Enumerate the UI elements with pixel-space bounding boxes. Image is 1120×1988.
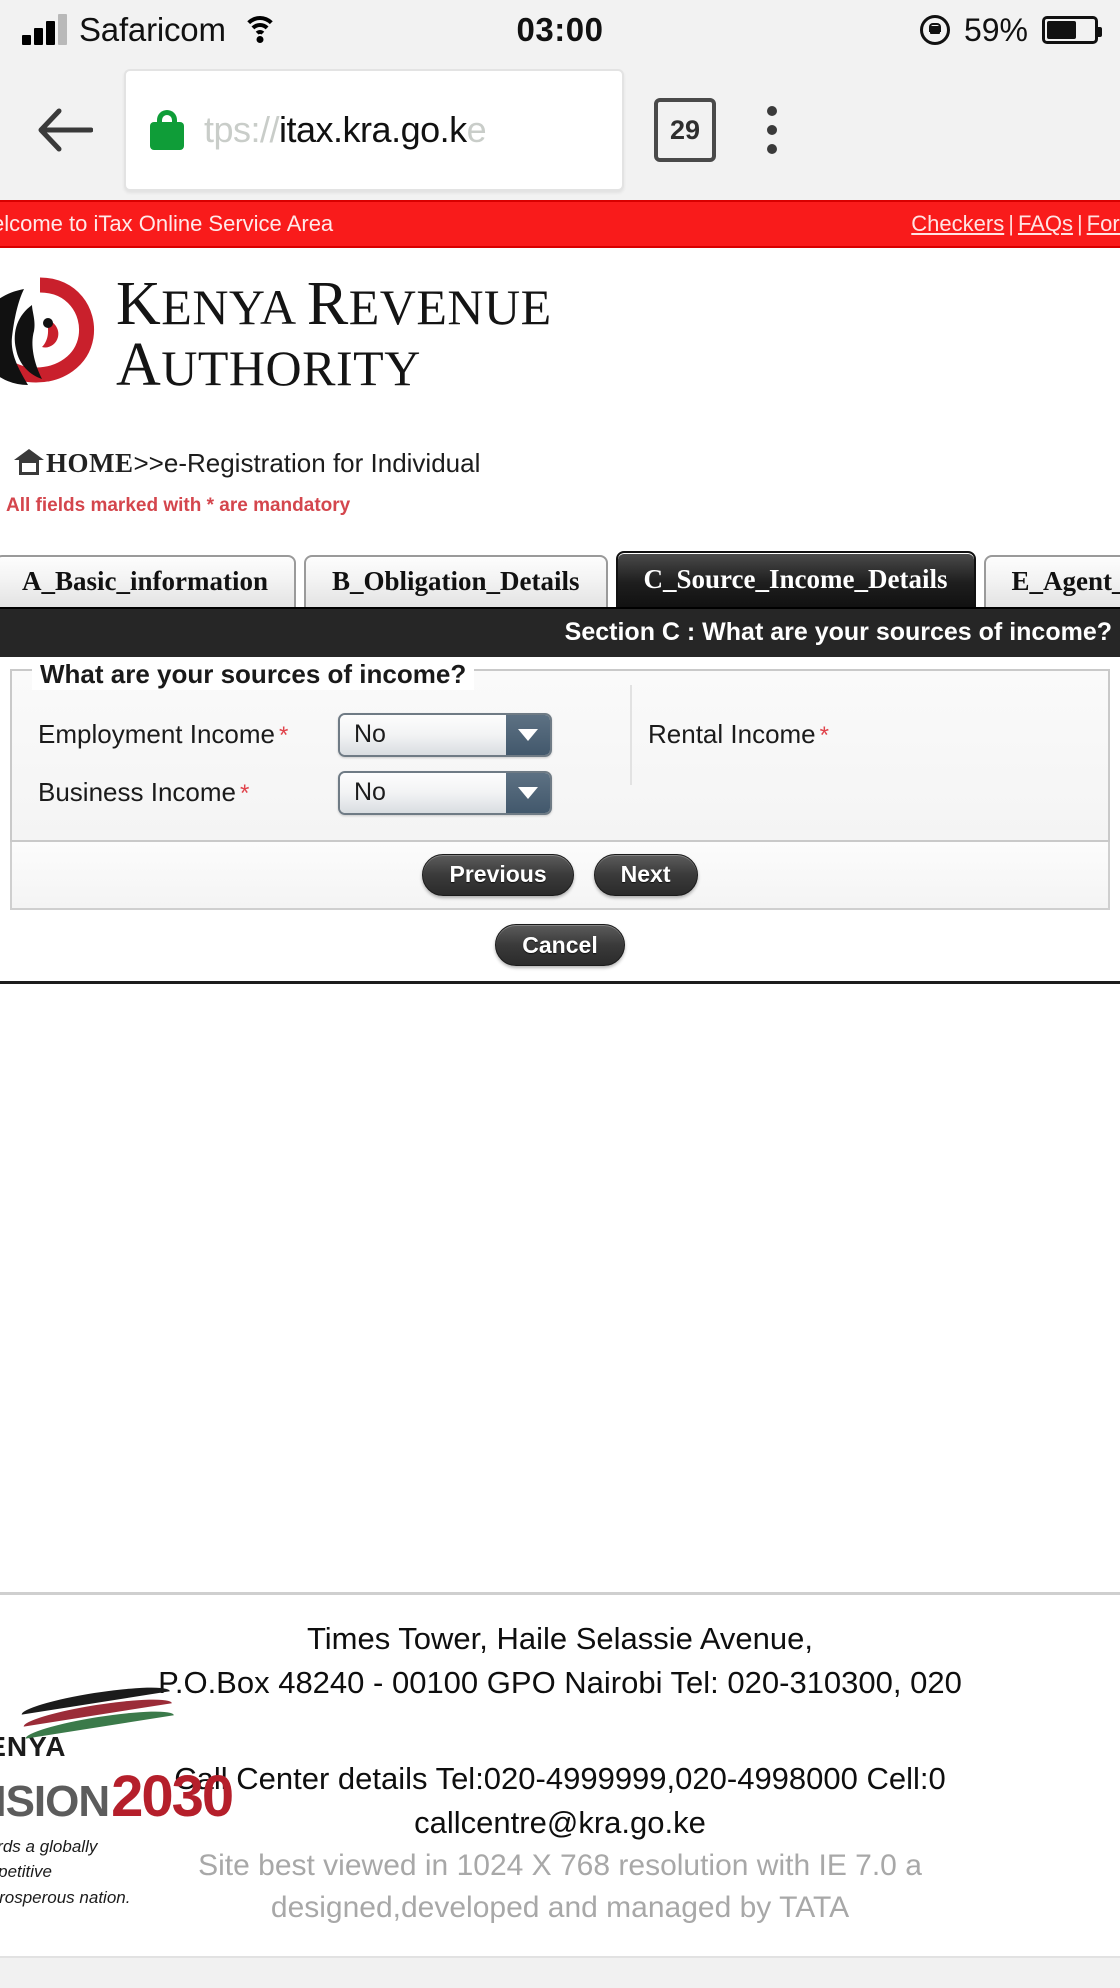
- form-row-employment: Employment Income * No Rental Income *: [12, 684, 1108, 785]
- column-divider: [630, 684, 632, 785]
- breadcrumb-home-link[interactable]: HOME: [46, 448, 134, 479]
- home-icon[interactable]: [14, 449, 44, 477]
- select-employment-income-value: No: [340, 714, 506, 755]
- breadcrumb-trail: >>e-Registration for Individual: [133, 447, 481, 478]
- sources-of-income-fieldset: What are your sources of income? Employm…: [10, 658, 1110, 842]
- vision-word: VISION: [0, 1776, 110, 1826]
- status-bar: Safaricom 03:00 59%: [0, 0, 1120, 60]
- tab-a-basic-information[interactable]: A_Basic_information: [0, 554, 296, 607]
- url-suffix: e: [466, 109, 487, 150]
- cancel-bar: Cancel: [0, 910, 1120, 984]
- form-row-business: Business Income * No: [12, 764, 1108, 822]
- vision-tagline-line2: nd prosperous nation.: [0, 1887, 131, 1907]
- battery-icon: [1042, 16, 1102, 44]
- page-bottom-strip: [0, 1955, 1120, 1988]
- https-lock-icon: [150, 110, 184, 150]
- vision-ribbons: [20, 1680, 180, 1739]
- link-checkers[interactable]: Checkers: [911, 211, 1004, 236]
- previous-button[interactable]: Previous: [422, 853, 574, 896]
- status-bar-right: 59%: [919, 11, 1102, 49]
- page-footer: KENYA VISION 2030 owards a globally comp…: [0, 1595, 1120, 1930]
- field-employment-income: Employment Income * No: [38, 712, 552, 757]
- tab-c-source-income-details[interactable]: C_Source_Income_Details: [615, 550, 976, 607]
- kra-wordmark-line1: KENYA REVENUE: [116, 270, 552, 338]
- link-forms[interactable]: Form: [1087, 211, 1120, 236]
- label-business-income: Business Income *: [38, 777, 250, 807]
- rotation-lock-icon: [919, 15, 950, 45]
- tab-count-button[interactable]: 29: [654, 98, 716, 162]
- chevron-down-icon: [506, 772, 550, 813]
- form-navigation-bar: Previous Next: [10, 841, 1110, 910]
- kra-wordmark-line2: AUTHORITY: [116, 330, 421, 399]
- breadcrumb: HOME >>e-Registration for Individual: [14, 448, 1120, 479]
- footer-note-developer: designed,developed and managed by TATA: [270, 1891, 850, 1925]
- kenya-vision-2030-logo-icon: KENYA VISION 2030 owards a globally comp…: [0, 1680, 234, 1911]
- tab-e-agent-details[interactable]: E_Agent_Deta: [983, 554, 1120, 607]
- vision-year: 2030: [111, 1763, 234, 1829]
- mandatory-fields-note: All fields marked with * are mandatory: [6, 494, 351, 516]
- label-rental-income: Rental Income *: [648, 719, 829, 749]
- browser-toolbar: tps://itax.kra.go.ke 29: [0, 60, 1120, 200]
- next-button[interactable]: Next: [593, 853, 698, 896]
- url-prefix: tps://: [204, 109, 280, 150]
- vision-tagline-line1: owards a globally competitive: [0, 1836, 98, 1882]
- label-employment-income: Employment Income *: [38, 719, 289, 749]
- form-tabs: A_Basic_information B_Obligation_Details…: [0, 550, 1120, 607]
- overflow-menu-icon[interactable]: [752, 106, 792, 154]
- section-header: Section C : What are your sources of inc…: [0, 606, 1120, 657]
- cancel-button[interactable]: Cancel: [495, 924, 625, 966]
- form-shell: What are your sources of income? Employm…: [0, 658, 1120, 842]
- footer-note-resolution: Site best viewed in 1024 X 768 resolutio…: [198, 1848, 922, 1882]
- kra-wordmark: KENYA REVENUE AUTHORITY: [116, 270, 552, 399]
- field-business-income: Business Income * No: [38, 770, 552, 815]
- footer-address-line1: Times Tower, Haile Selassie Avenue,: [306, 1620, 814, 1656]
- field-rental-income: Rental Income *: [648, 719, 948, 750]
- welcome-text: elcome to iTax Online Service Area: [0, 211, 334, 236]
- itax-top-banner: elcome to iTax Online Service Area Check…: [0, 200, 1120, 248]
- chevron-down-icon: [506, 714, 550, 755]
- kra-header: KENYA REVENUE AUTHORITY: [0, 248, 1120, 406]
- url-text: tps://itax.kra.go.ke: [204, 109, 487, 151]
- back-arrow-icon: [38, 108, 93, 152]
- battery-percent-label: 59%: [963, 11, 1028, 48]
- fieldset-legend: What are your sources of income?: [32, 658, 475, 690]
- kra-lion-logo-icon: [0, 275, 110, 395]
- banner-links: Checkers|FAQs|Form: [911, 211, 1120, 237]
- select-employment-income[interactable]: No: [338, 712, 552, 757]
- web-page: elcome to iTax Online Service Area Check…: [0, 200, 1120, 1988]
- url-bar[interactable]: tps://itax.kra.go.ke: [124, 69, 624, 191]
- select-business-income[interactable]: No: [338, 770, 552, 815]
- back-button[interactable]: [26, 107, 104, 153]
- select-business-income-value: No: [340, 772, 506, 813]
- vision-tagline: owards a globally competitive nd prosper…: [0, 1834, 166, 1911]
- page-blank-area: [0, 983, 1120, 1584]
- tab-b-obligation-details[interactable]: B_Obligation_Details: [304, 554, 608, 607]
- link-faqs[interactable]: FAQs: [1018, 211, 1073, 236]
- url-main: itax.kra.go.k: [279, 109, 467, 150]
- vision-year-line: VISION 2030: [0, 1763, 234, 1830]
